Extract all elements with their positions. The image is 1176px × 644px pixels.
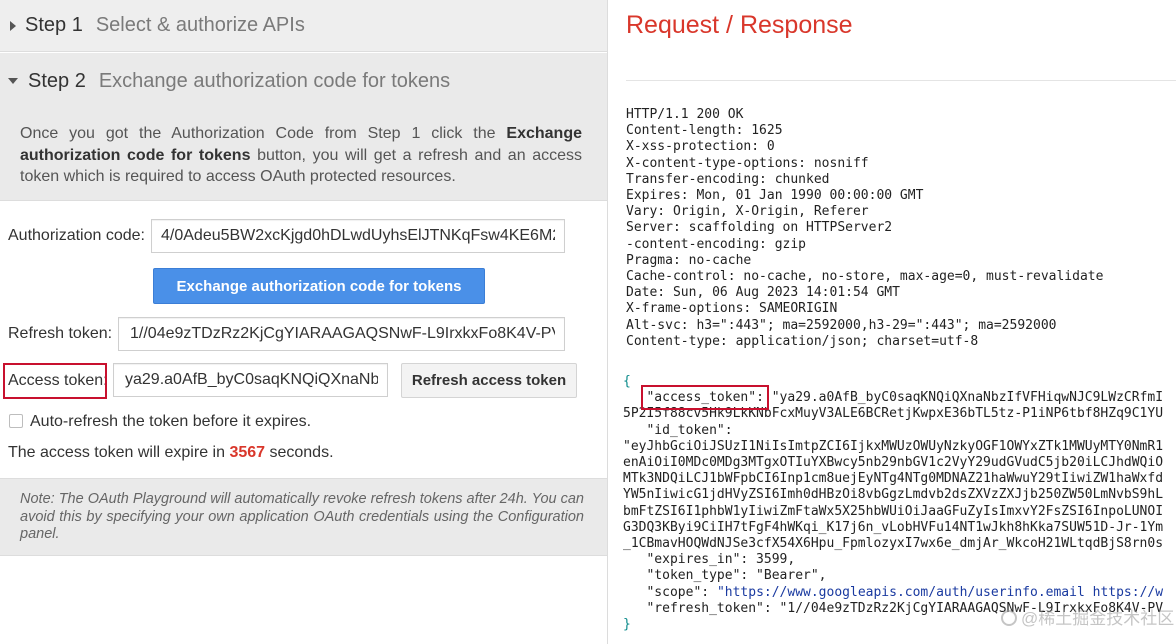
step-1-header[interactable]: Step 1 Select & authorize APIs [0, 0, 607, 52]
request-response-panel: Request / Response HTTP/1.1 200 OK Conten… [609, 0, 1176, 644]
header-line: -content-encoding: gzip [626, 236, 807, 252]
exchange-code-button[interactable]: Exchange authorization code for tokens [153, 268, 485, 304]
json-id-token-line: bmFtZSI6I1phbW1yIiwiZmFtaWx5X25hbWUiOiJa… [623, 503, 1164, 519]
authorization-code-label: Authorization code: [8, 227, 145, 244]
expiry-text-after: seconds. [265, 444, 334, 461]
header-line: X-content-type-options: nosniff [626, 155, 869, 171]
json-expires-in-line: "expires_in": 3599, [623, 552, 1163, 568]
collapse-arrow-icon [8, 78, 18, 84]
title-divider [626, 80, 1176, 81]
json-id-token-line: enAiOiI0MDc0MDg3MTgxOTIuYXBwcy5nb29nbGV1… [623, 455, 1164, 471]
json-id-token-line: G3DQ3KByi9CiIH7tFgF4hWKqi_K17j6n_vLobHVF… [623, 519, 1164, 535]
expand-arrow-icon [10, 20, 16, 31]
step-1-number: Step 1 [25, 14, 83, 36]
header-line: Content-length: 1625 [626, 123, 783, 139]
refresh-token-label: Refresh token: [8, 325, 113, 342]
token-expiry-text: The access token will expire in 3567 sec… [8, 444, 334, 462]
json-token-type-line: "token_type": "Bearer", [623, 568, 1163, 584]
json-id-token-line: _1CBmavHOQWdNJSe3cfX54X6Hpu_FpmlozyxI7wx… [623, 536, 1164, 552]
json-id-token-line: YW5nIiwicG1jdHVyZSI6Imh0dHBzOi8vbGgzLmdv… [623, 487, 1164, 503]
step-2-description: Once you got the Authorization Code from… [0, 109, 607, 201]
json-expires-in-value: : 3599, [740, 552, 796, 568]
json-token-type-value: : "Bearer", [740, 568, 827, 584]
json-token-type-key: "token_type" [646, 568, 741, 584]
header-line: Content-type: application/json; charset=… [626, 333, 979, 349]
header-line: Alt-svc: h3=":443"; ma=2592000,h3-29=":4… [626, 317, 1057, 333]
header-line: Cache-control: no-cache, no-store, max-a… [626, 269, 1104, 285]
header-line: X-xss-protection: 0 [626, 139, 775, 155]
step-2-title: Exchange authorization code for tokens [98, 69, 451, 92]
json-scope-value[interactable]: "https://www.googleapis.com/auth/userinf… [717, 585, 1163, 600]
json-refresh-token-key: "refresh_token" [646, 600, 764, 616]
refresh-access-token-button[interactable]: Refresh access token [401, 363, 577, 398]
header-line: Expires: Mon, 01 Jan 1990 00:00:00 GMT [626, 188, 924, 204]
description-text-1: Once you got the Authorization Code from… [20, 125, 507, 142]
watermark-text: @稀土掘金技术社区 [1021, 609, 1175, 628]
json-id-token-line: "eyJhbGciOiJSUzI1NiIsImtpZCI6IjkxMWUzOWU… [623, 438, 1164, 454]
header-line: Date: Sun, 06 Aug 2023 14:01:54 GMT [626, 285, 900, 301]
json-scope-line: "scope": "https://www.googleapis.com/aut… [646, 584, 1164, 600]
auto-refresh-label: Auto-refresh the token before it expires… [30, 413, 312, 430]
access-token-input[interactable] [113, 363, 388, 397]
step-2-number: Step 2 [28, 69, 86, 92]
response-json-body: { "access_token": "ya29.a0AfB_byC0saqKNQ… [623, 374, 1163, 633]
step-1-title: Select & authorize APIs [95, 14, 305, 36]
json-access-token-value: : "ya29.a0AfB_byC0saqKNQiQXnaNbzIfVFHiqw… [756, 390, 1164, 406]
header-line: Server: scaffolding on HTTPServer2 [626, 220, 893, 236]
refresh-token-input[interactable] [118, 317, 565, 351]
playground-note: Note: The OAuth Playground will automati… [0, 478, 607, 556]
request-response-title: Request / Response [626, 11, 853, 39]
authorization-code-input[interactable] [151, 219, 565, 253]
expiry-seconds: 3567 [229, 444, 266, 461]
json-id-token-key: "id_token": [623, 422, 733, 438]
expiry-text-before: The access token will expire in [8, 444, 230, 461]
auto-refresh-checkbox[interactable] [9, 414, 23, 428]
step-2-header[interactable]: Step 2 Exchange authorization code for t… [0, 53, 607, 109]
json-id-token-line: MTk3NDQiLCJ1bWFpbCI6Inp1cm8uejEyNTg4NTg0… [623, 471, 1164, 487]
highlight-box [3, 363, 107, 399]
header-line: Transfer-encoding: chunked [626, 171, 830, 187]
watermark-logo-icon [1001, 610, 1017, 626]
header-line: X-frame-options: SAMEORIGIN [626, 301, 838, 317]
highlight-box [641, 385, 769, 410]
header-line: HTTP/1.1 200 OK [626, 107, 744, 122]
json-expires-in-key: "expires_in" [646, 552, 741, 568]
response-headers: HTTP/1.1 200 OK Content-length: 1625 X-xss… [626, 107, 1103, 350]
header-line: Pragma: no-cache [626, 252, 752, 268]
json-scope-key: "scope" [646, 584, 702, 600]
oauth-steps-panel: Step 1 Select & authorize APIs Step 2 Ex… [0, 0, 608, 644]
watermark: @稀土掘金技术社区 [1001, 604, 1174, 629]
header-line: Vary: Origin, X-Origin, Referer [626, 204, 869, 220]
